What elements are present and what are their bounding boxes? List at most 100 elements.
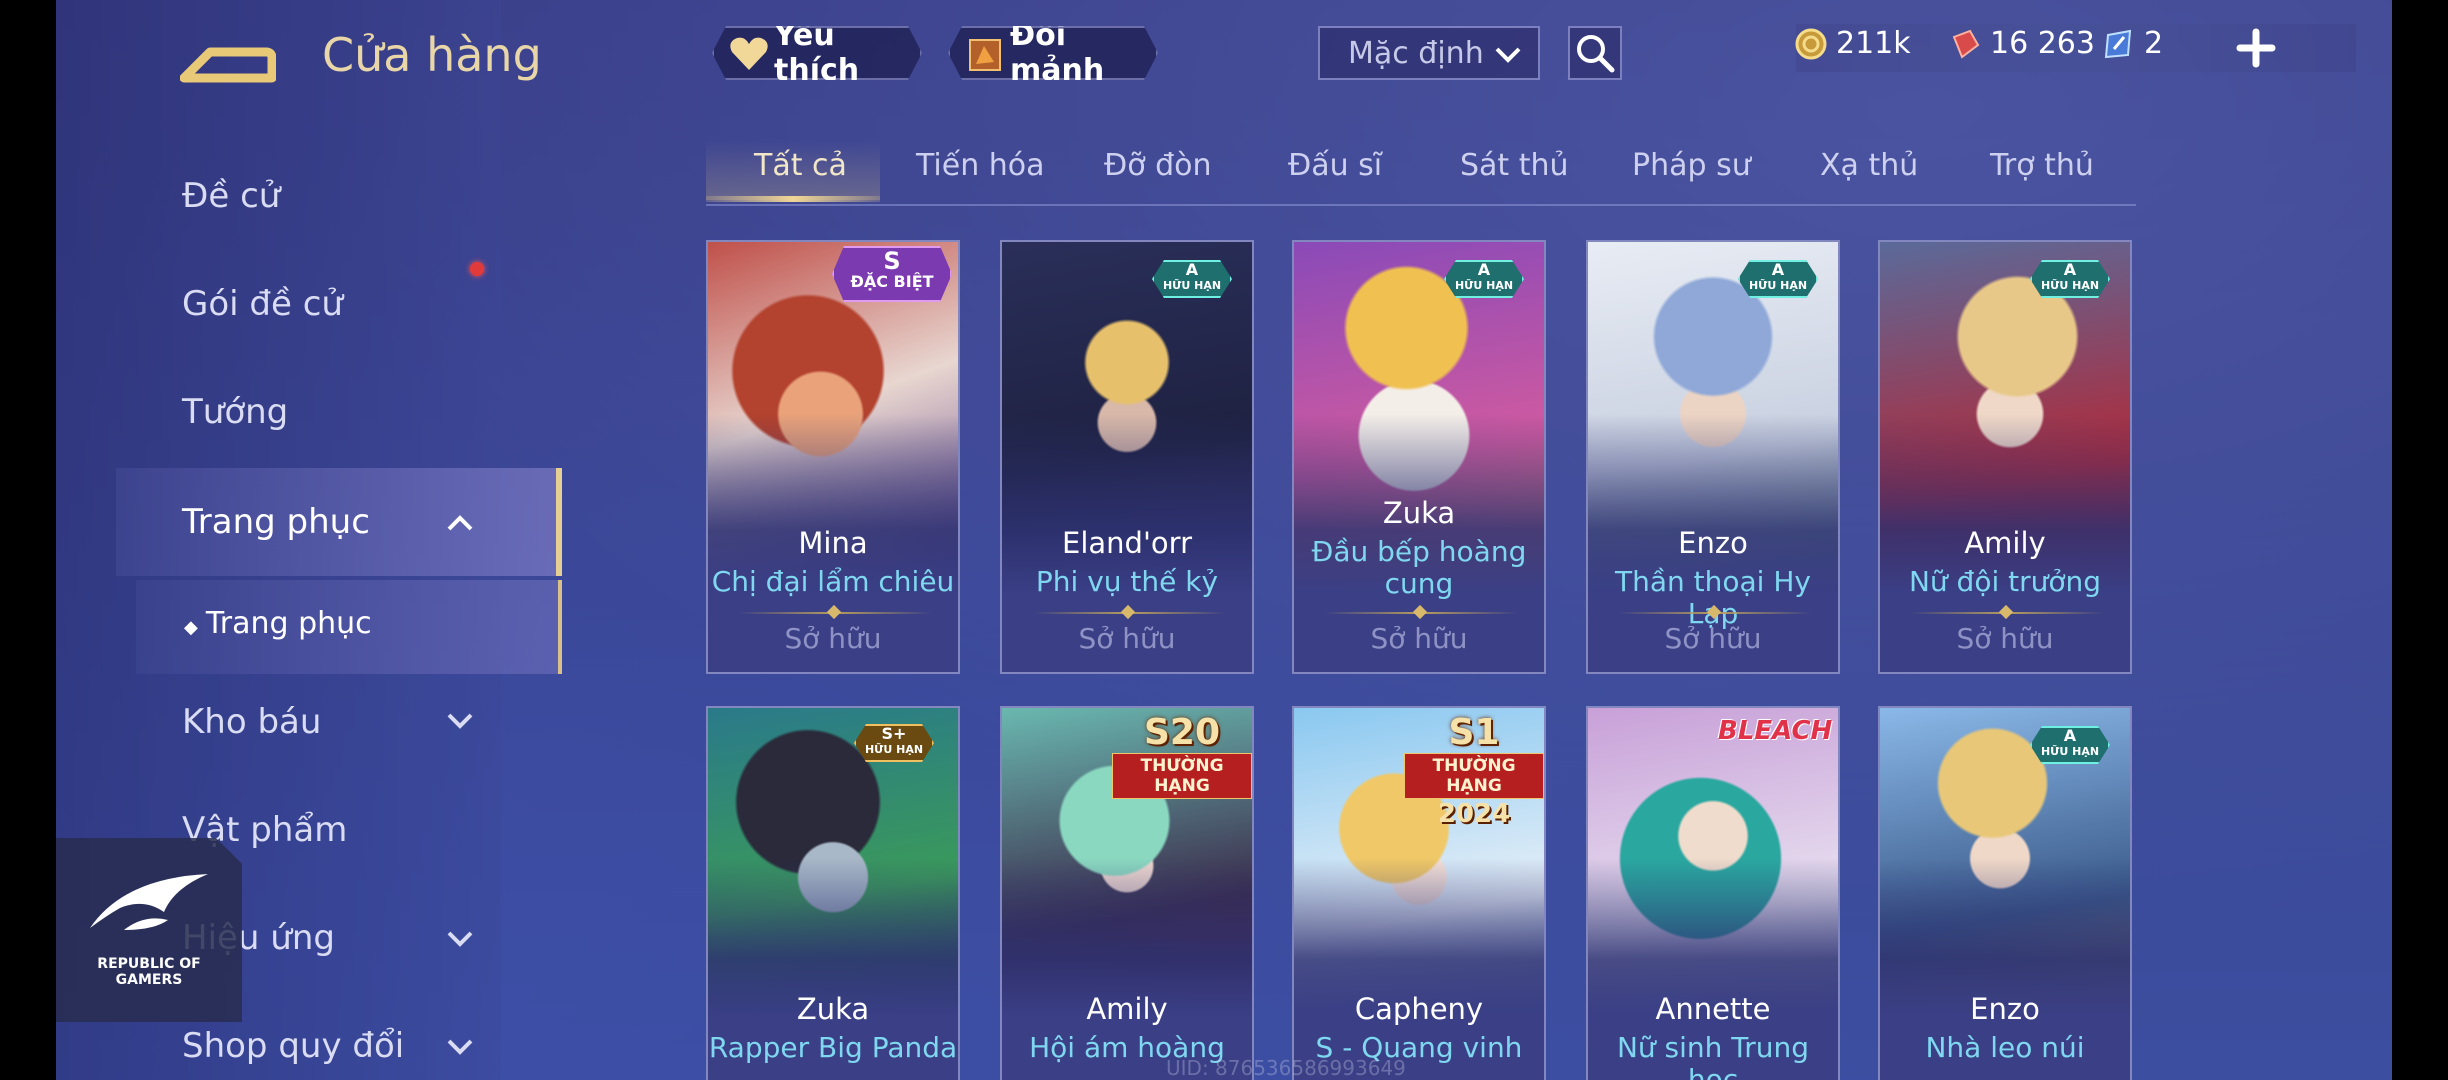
sidebar-item-exchange-shop[interactable]: Shop quy đổi — [182, 1026, 404, 1066]
tab-fighter[interactable]: Đấu sĩ — [1288, 148, 1382, 183]
skin-name: Nữ đội trưởng — [1908, 565, 2102, 598]
tab-support[interactable]: Trợ thủ — [1990, 148, 2094, 183]
season-label: S1 — [1448, 712, 1500, 753]
rank-badge: A HỮU HẠN — [1738, 260, 1818, 298]
owned-status: Sở hữu — [1956, 622, 2054, 655]
skin-card[interactable]: A HỮU HẠN Eland'orr Phi vụ thế kỷ Sở hữu — [1000, 240, 1254, 674]
hero-name: Zuka — [796, 992, 870, 1026]
tab-marksman[interactable]: Xạ thủ — [1820, 148, 1918, 183]
badge-rank: S+ — [881, 724, 907, 743]
sidebar-item-skins[interactable]: Trang phục — [182, 502, 370, 542]
voucher-balance[interactable]: 16 263 — [1948, 26, 2095, 61]
skin-card[interactable]: A HỮU HẠN Amily Nữ đội trưởng Sở hữu — [1878, 240, 2132, 674]
season-ribbon: THƯỜNG HẠNG — [1404, 753, 1544, 799]
skin-card[interactable]: BLEACH Annette Nữ sinh Trung học — [1586, 706, 1840, 1080]
gold-value: 211k — [1836, 26, 1911, 61]
rank-season-banner: S20 THƯỜNG HẠNG — [1112, 712, 1252, 799]
favorites-label: Yêu thích — [774, 18, 860, 88]
favorites-button[interactable]: Yêu thích — [712, 26, 922, 80]
shop-screen: Cửa hàng Đề cử Gói đề cử Tướng Trang phụ… — [56, 0, 2392, 1080]
ticket-icon — [2104, 29, 2132, 58]
chevron-down-icon[interactable] — [446, 712, 474, 730]
rank-badge: S+ HỮU HẠN — [854, 724, 934, 762]
hero-name: Annette — [1655, 992, 1771, 1026]
badge-rank: S — [883, 247, 901, 275]
rank-badge: A HỮU HẠN — [1444, 260, 1524, 298]
search-icon — [1577, 35, 1615, 73]
badge-label: HỮU HẠN — [1748, 279, 1808, 292]
tab-all[interactable]: Tất cả — [754, 148, 847, 183]
tab-assassin[interactable]: Sát thủ — [1460, 148, 1569, 183]
rank-season-banner: S1 THƯỜNG HẠNG 2024 — [1404, 712, 1544, 829]
sidebar-item-recommended[interactable]: Đề cử — [182, 176, 280, 216]
skin-card[interactable]: S1 THƯỜNG HẠNG 2024 Capheny S - Quang vi… — [1292, 706, 1546, 1080]
sidebar-item-bundles[interactable]: Gói đề cử — [182, 284, 343, 324]
plus-icon[interactable] — [2236, 28, 2276, 68]
rog-eye-icon — [90, 874, 208, 930]
season-ribbon: THƯỜNG HẠNG — [1112, 753, 1252, 799]
skin-name: Chị đại lẩm chiêu — [711, 565, 955, 598]
tab-active-underline — [706, 196, 880, 202]
hero-name: Enzo — [1970, 992, 2040, 1026]
uid-watermark: UID: 876536586993649 — [1166, 1056, 1406, 1080]
sort-dropdown[interactable]: Mặc định — [1318, 26, 1540, 80]
owned-status: Sở hữu — [1078, 622, 1176, 655]
hero-name: Eland'orr — [1062, 526, 1192, 560]
shards-icon — [964, 34, 1006, 74]
chevron-down-icon[interactable] — [446, 1038, 474, 1056]
hero-name: Capheny — [1354, 992, 1484, 1026]
badge-rank: A — [1771, 260, 1785, 279]
skin-card[interactable]: S+ HỮU HẠN Zuka Rapper Big Panda — [706, 706, 960, 1080]
badge-rank: A — [1477, 260, 1491, 279]
gold-balance[interactable]: 211k — [1794, 26, 1911, 61]
voucher-gem-icon — [1952, 29, 1980, 59]
rank-badge: S ĐẶC BIỆT — [832, 246, 952, 302]
badge-label: HỮU HẠN — [864, 743, 924, 756]
hero-name: Enzo — [1678, 526, 1748, 560]
ticket-balance[interactable]: 2 — [2102, 26, 2163, 61]
hero-name: Mina — [798, 526, 868, 560]
badge-label: HỮU HẠN — [2040, 745, 2100, 758]
page-title: Cửa hàng — [322, 28, 542, 82]
skin-card[interactable]: A HỮU HẠN Zuka Đầu bếp hoàng cung Sở hữu — [1292, 240, 1546, 674]
skin-card[interactable]: S20 THƯỜNG HẠNG Amily Hội ám hoàng — [1000, 706, 1254, 1080]
season-label: S20 — [1143, 712, 1221, 753]
badge-rank: A — [2063, 726, 2077, 745]
sidebar-item-treasure[interactable]: Kho báu — [182, 702, 321, 742]
badge-label: HỮU HẠN — [1454, 279, 1514, 292]
rog-logo: REPUBLIC OF GAMERS — [56, 838, 242, 1022]
ticket-value: 2 — [2144, 26, 2164, 61]
skin-name: Nữ sinh Trung học — [1616, 1031, 1810, 1080]
owned-status: Sở hữu — [1664, 622, 1762, 655]
tab-mage[interactable]: Pháp sư — [1632, 148, 1751, 183]
rank-badge: A HỮU HẠN — [2030, 726, 2110, 764]
chevron-up-icon[interactable] — [446, 514, 474, 532]
rog-text: REPUBLIC OF GAMERS — [97, 956, 201, 988]
badge-rank: A — [1185, 260, 1199, 279]
sidebar-item-heroes[interactable]: Tướng — [182, 392, 288, 432]
chevron-down-icon — [1495, 47, 1521, 63]
heart-icon — [728, 34, 770, 74]
hero-name: Amily — [1086, 992, 1168, 1026]
exchange-label: Đổi mảnh — [1010, 18, 1105, 88]
badge-label: HỮU HẠN — [1162, 279, 1222, 292]
tab-evolution[interactable]: Tiến hóa — [916, 148, 1045, 183]
rank-badge: A HỮU HẠN — [1152, 260, 1232, 298]
search-button[interactable] — [1568, 26, 1622, 80]
badge-rank: A — [2063, 260, 2077, 279]
skin-card[interactable]: A HỮU HẠN Enzo Nhà leo núi — [1878, 706, 2132, 1080]
skin-card[interactable]: S ĐẶC BIỆT Mina Chị đại lẩm chiêu Sở hữu — [706, 240, 960, 674]
skin-name: Nhà leo núi — [1925, 1031, 2085, 1064]
sidebar-subitem-skins[interactable]: ◆ Trang phục — [184, 606, 372, 641]
hero-name: Amily — [1964, 526, 2046, 560]
skin-card[interactable]: AHỮU HẠN Enzo Thần thoại Hy Lạp Sở hữu — [1586, 240, 1840, 674]
skin-name: Phi vụ thế kỷ — [1035, 565, 1219, 598]
season-year: 2024 — [1437, 799, 1511, 829]
back-icon[interactable] — [180, 32, 276, 88]
skin-name: Thần thoại Hy Lạp — [1615, 565, 1811, 630]
tab-tank[interactable]: Đỡ đòn — [1104, 148, 1212, 183]
notification-dot — [470, 262, 484, 276]
voucher-value: 16 263 — [1990, 26, 2095, 61]
chevron-down-icon[interactable] — [446, 930, 474, 948]
exchange-button[interactable]: Đổi mảnh — [948, 26, 1158, 80]
